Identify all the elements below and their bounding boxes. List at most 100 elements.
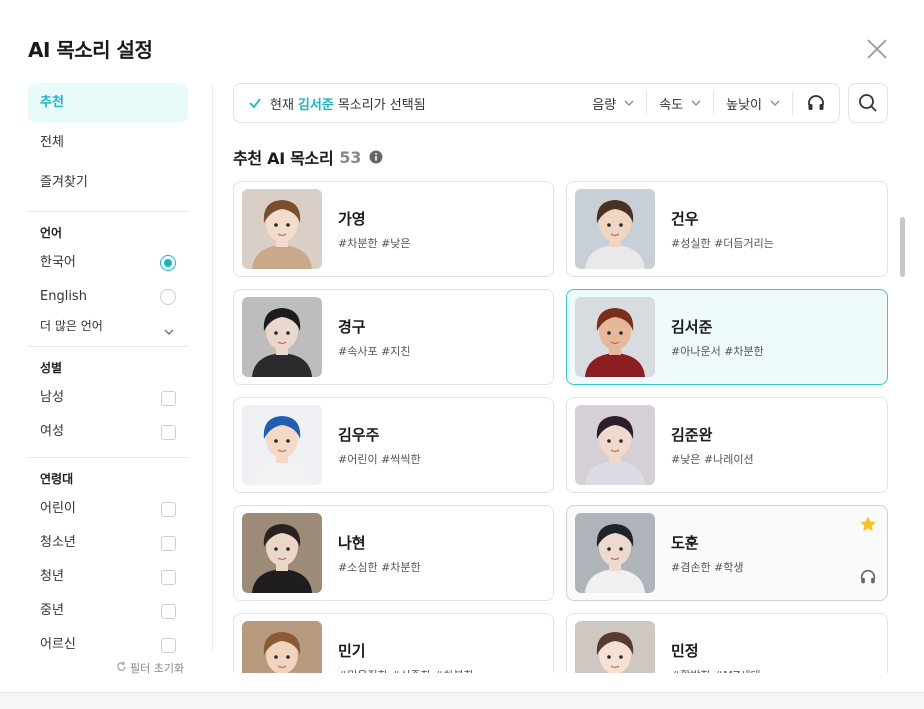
voice-card[interactable]: 김준완 #낮은 #나레이션 (566, 397, 888, 493)
radio[interactable] (160, 289, 176, 305)
voice-list: 가영 #차분한 #낮은 건우 #성실한 #더듬거리는경구 #속사포 #지친 김서준 #아나운… (233, 181, 893, 673)
voice-tags: #아나운서 #차분한 (671, 345, 764, 358)
nav-favorites[interactable]: 즐겨찾기 (28, 163, 188, 203)
avatar (575, 513, 655, 593)
status-suffix: 목소리가 선택됨 (337, 97, 426, 113)
nav-recommended[interactable]: 추천 (28, 83, 188, 123)
voice-tags: #차분한 #낮은 (338, 237, 411, 250)
avatar (242, 405, 322, 485)
age-option-senior[interactable]: 어르신 (28, 628, 188, 662)
divider (28, 211, 188, 212)
voice-card[interactable]: 건우 #성실한 #더듬거리는 (566, 181, 888, 277)
chevron-down-icon (624, 98, 634, 108)
voice-card[interactable]: 김우주 #어린이 #씩씩한 (233, 397, 554, 493)
chevron-down-icon (770, 98, 780, 108)
checkbox[interactable] (161, 502, 176, 517)
option-label: 어린이 (40, 501, 76, 516)
option-label: 남성 (40, 390, 64, 405)
more-languages-dropdown[interactable]: 더 많은 언어 (28, 314, 188, 338)
more-languages-label: 더 많은 언어 (40, 319, 103, 333)
volume-label: 음량 (592, 97, 617, 113)
voice-tags: #겸손한 #학생 (671, 561, 744, 574)
voice-name: 민정 (671, 642, 699, 660)
nav-all[interactable]: 전체 (28, 123, 188, 163)
voice-tags: #낮은 #나레이션 (671, 453, 754, 466)
dialog-title: AI 목소리 설정 (28, 38, 153, 62)
voice-name: 도훈 (671, 534, 699, 552)
option-label: 청년 (40, 569, 64, 584)
radio-selected[interactable] (160, 255, 176, 271)
playback-toolbar: 현재 김서준 목소리가 선택됨 음량 속도 높낮이 (233, 83, 840, 123)
checkbox[interactable] (161, 570, 176, 585)
age-option-young-adult[interactable]: 청년 (28, 560, 188, 594)
voice-card[interactable]: 가영 #차분한 #낮은 (233, 181, 554, 277)
reset-filters-button[interactable]: 필터 초기화 (116, 660, 184, 676)
pitch-dropdown[interactable]: 높낮이 (714, 84, 792, 122)
option-label: 어르신 (40, 637, 76, 652)
voice-card[interactable]: 도훈 #겸손한 #학생 (566, 505, 888, 601)
checkbox[interactable] (161, 425, 176, 440)
status-prefix: 현재 (270, 97, 294, 113)
speed-dropdown[interactable]: 속도 (647, 84, 713, 122)
age-option-middle-aged[interactable]: 중년 (28, 594, 188, 628)
voice-name: 김서준 (671, 318, 713, 336)
gender-option-male[interactable]: 남성 (28, 381, 188, 415)
checkbox[interactable] (161, 638, 176, 653)
voice-name: 가영 (338, 210, 366, 228)
divider (28, 346, 188, 347)
gender-option-female[interactable]: 여성 (28, 415, 188, 449)
voice-tags: #믿음직한 #신중한 #차분한 (338, 667, 474, 673)
vertical-divider (212, 83, 213, 653)
voice-name: 민기 (338, 642, 366, 660)
voice-card[interactable]: 김서준 #아나운서 #차분한 (566, 289, 888, 385)
voice-name: 건우 (671, 210, 699, 228)
search-button[interactable] (848, 83, 888, 123)
checkbox[interactable] (161, 391, 176, 406)
option-label: 중년 (40, 603, 64, 618)
language-option-english[interactable]: English (28, 280, 188, 314)
headphones-icon[interactable] (859, 568, 877, 590)
checkbox[interactable] (161, 604, 176, 619)
check-icon (248, 96, 262, 110)
divider (28, 457, 188, 458)
speed-label: 속도 (659, 97, 684, 113)
search-icon (858, 93, 878, 113)
voice-name: 김우주 (338, 426, 380, 444)
avatar (575, 297, 655, 377)
headphones-icon[interactable] (793, 84, 839, 122)
selected-voice-name: 김서준 (297, 97, 334, 113)
option-label: 여성 (40, 424, 64, 439)
voice-tags: #속사포 #지친 (338, 345, 411, 358)
voice-card[interactable]: 민정 #활발한 #MZ세대 (566, 613, 888, 673)
star-icon[interactable] (859, 515, 877, 537)
option-label: English (40, 289, 87, 304)
voice-name: 경구 (338, 318, 366, 336)
age-section-title: 연령대 (40, 472, 74, 486)
filter-sidebar: 추천 전체 즐겨찾기 언어 한국어 English 더 많은 언어 성별 남성 … (28, 83, 188, 662)
bottom-bar (0, 692, 924, 709)
voice-card[interactable]: 나현 #소심한 #차분한 (233, 505, 554, 601)
refresh-icon (116, 661, 127, 675)
info-icon[interactable] (369, 150, 383, 164)
voice-count: 53 (339, 147, 362, 167)
voice-name: 김준완 (671, 426, 713, 444)
voice-name: 나현 (338, 534, 366, 552)
voice-card[interactable]: 민기 #믿음직한 #신중한 #차분한 (233, 613, 554, 673)
option-label: 청소년 (40, 535, 76, 550)
scrollbar-thumb[interactable] (900, 217, 905, 277)
list-title: 추천 AI 목소리 (233, 149, 334, 168)
pitch-label: 높낮이 (726, 97, 762, 113)
avatar (242, 513, 322, 593)
avatar (575, 405, 655, 485)
voice-tags: #성실한 #더듬거리는 (671, 237, 774, 250)
language-option-korean[interactable]: 한국어 (28, 246, 188, 280)
checkbox[interactable] (161, 536, 176, 551)
list-header: 추천 AI 목소리 53 (233, 145, 383, 169)
selection-status: 현재 김서준 목소리가 선택됨 (234, 94, 580, 113)
volume-dropdown[interactable]: 음량 (580, 84, 646, 122)
chevron-down-icon (691, 98, 701, 108)
age-option-child[interactable]: 어린이 (28, 492, 188, 526)
age-option-teen[interactable]: 청소년 (28, 526, 188, 560)
voice-card[interactable]: 경구 #속사포 #지친 (233, 289, 554, 385)
close-icon[interactable] (864, 36, 890, 62)
